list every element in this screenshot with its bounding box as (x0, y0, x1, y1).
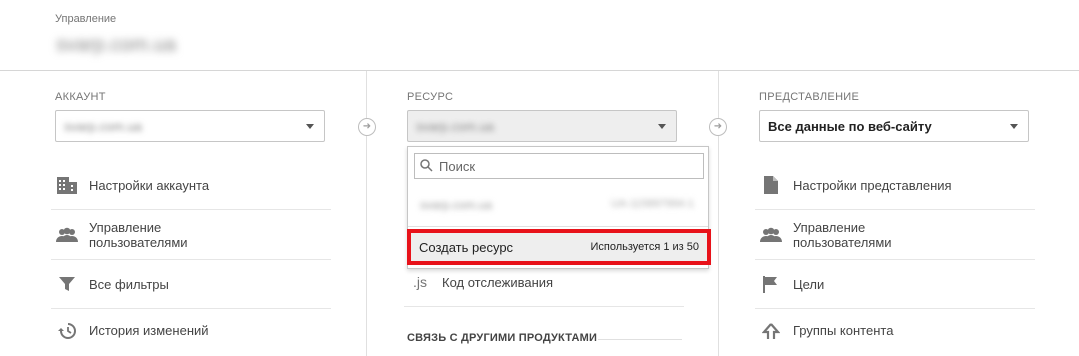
resource-usage-count: Используется 1 из 50 (590, 241, 699, 253)
arrow-right-icon: ➜ (709, 118, 727, 136)
account-filters-item[interactable]: Все фильтры (51, 260, 331, 309)
view-users-item[interactable]: Управление пользователями (755, 211, 1035, 260)
view-settings-item[interactable]: Настройки представления (755, 161, 1035, 210)
search-placeholder: Поиск (439, 159, 476, 174)
arrow-right-icon: ➜ (358, 118, 376, 136)
create-resource-label: Создать ресурс (419, 240, 514, 255)
view-title: ПРЕДСТАВЛЕНИЕ (759, 91, 860, 103)
document-icon (759, 173, 783, 197)
tracking-code-label: Код отслеживания (442, 274, 554, 290)
view-content-groups-label: Группы контента (793, 323, 894, 338)
users-icon (759, 223, 783, 247)
site-name: svarp.com.ua (56, 34, 177, 56)
resource-select-value: svarp.com.ua (416, 119, 495, 134)
resource-option[interactable]: svarp.com.ua UA-115897994-1 (408, 187, 708, 223)
account-settings-label: Настройки аккаунта (89, 177, 210, 193)
account-history-item[interactable]: История изменений (51, 306, 331, 355)
column-divider (366, 71, 367, 356)
page-header: Управление svarp.com.ua (0, 0, 1079, 71)
building-icon (55, 173, 79, 197)
view-goals-label: Цели (793, 276, 825, 292)
users-icon (55, 223, 79, 247)
account-title: АККАУНТ (55, 91, 106, 103)
account-users-label: Управление пользователями (89, 220, 188, 250)
account-users-item[interactable]: Управление пользователями (51, 211, 331, 260)
view-select[interactable]: Все данные по веб-сайту (759, 110, 1029, 142)
divider (598, 339, 682, 340)
view-settings-label: Настройки представления (793, 177, 952, 193)
account-settings-item[interactable]: Настройки аккаунта (51, 161, 331, 210)
resource-option-name: svarp.com.ua (420, 198, 493, 212)
content-group-icon (759, 319, 783, 343)
resource-option-id: UA-115897994-1 (611, 198, 694, 210)
account-select[interactable]: svarp.com.ua (55, 110, 325, 142)
search-icon (420, 159, 433, 177)
product-links-title: СВЯЗЬ С ДРУГИМИ ПРОДУКТАМИ (407, 332, 598, 344)
resource-title: РЕСУРС (407, 91, 454, 103)
divider (408, 226, 708, 227)
resource-select[interactable]: svarp.com.ua (407, 110, 677, 142)
account-history-label: История изменений (89, 323, 209, 338)
chevron-down-icon (306, 124, 314, 129)
filter-icon (55, 272, 79, 296)
account-filters-label: Все фильтры (89, 276, 169, 292)
admin-label: Управление (55, 13, 117, 25)
flag-icon (759, 272, 783, 296)
create-resource-button[interactable]: Создать ресурс Используется 1 из 50 (407, 229, 711, 265)
history-icon (55, 319, 79, 343)
account-select-value: svarp.com.ua (64, 119, 143, 134)
view-content-groups-item[interactable]: Группы контента (755, 306, 1035, 355)
view-users-label: Управление пользователями (793, 220, 892, 250)
chevron-down-icon (658, 124, 666, 129)
view-select-value: Все данные по веб-сайту (768, 119, 932, 134)
js-icon: .js (413, 274, 427, 290)
chevron-down-icon (1010, 124, 1018, 129)
column-divider (718, 71, 719, 356)
search-input[interactable]: Поиск (414, 153, 704, 179)
view-goals-item[interactable]: Цели (755, 260, 1035, 309)
